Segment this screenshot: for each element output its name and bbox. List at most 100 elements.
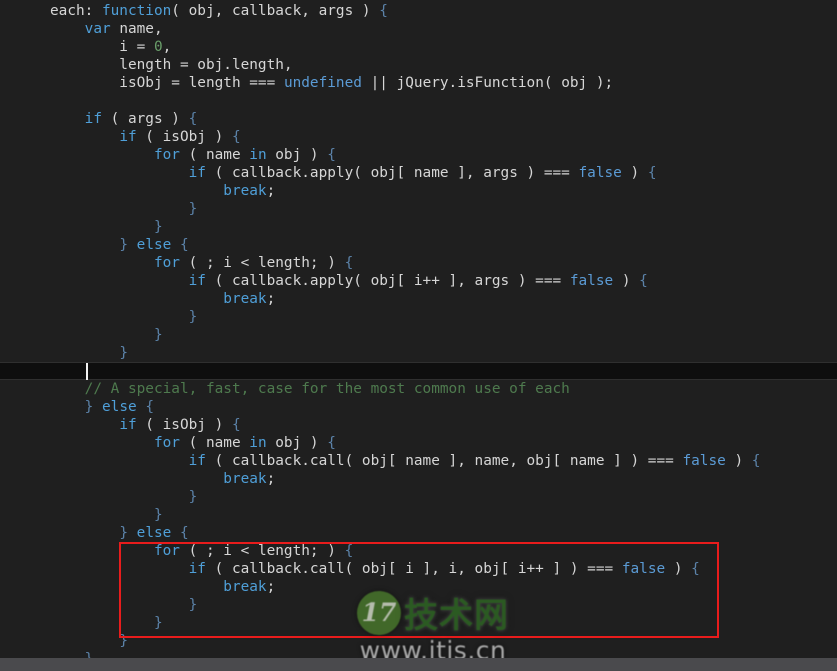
code-token: isObj = length === (50, 75, 284, 91)
code-token: undefined (283, 75, 362, 91)
code-token: in (249, 147, 267, 163)
code-line[interactable]: for ( name in obj ) { (0, 146, 837, 164)
text-caret (86, 363, 88, 380)
code-token: ( obj, callback, args ) (171, 3, 380, 19)
code-token: ) (665, 561, 692, 577)
code-token: : (84, 3, 102, 19)
code-token: for (153, 147, 180, 163)
code-token: if (119, 129, 137, 145)
code-token: } (119, 633, 128, 649)
code-token: { (691, 561, 700, 577)
code-token: { (639, 273, 648, 289)
code-line[interactable]: if ( isObj ) { (0, 416, 837, 434)
code-token: } (153, 615, 163, 631)
code-token: for (153, 543, 180, 559)
code-editor-pane[interactable]: each: function( obj, callback, args ) { … (0, 0, 837, 671)
code-token: i = (50, 39, 154, 55)
code-line[interactable]: } (0, 506, 837, 524)
code-line[interactable]: } (0, 326, 837, 344)
code-token: ( ; i < length; ) (179, 255, 345, 271)
code-token: in (249, 435, 267, 451)
code-line[interactable]: if ( callback.call( obj[ i ], i, obj[ i+… (0, 560, 837, 578)
code-line[interactable]: if ( callback.apply( obj[ name ], args )… (0, 164, 837, 182)
site-watermark: 17 技术网 www.itjs.cn (357, 588, 509, 665)
code-line[interactable]: } (0, 218, 837, 236)
code-line[interactable]: if ( callback.apply( obj[ i++ ], args ) … (0, 272, 837, 290)
code-line[interactable]: for ( ; i < length; ) { (0, 542, 837, 560)
code-line[interactable]: each: function( obj, callback, args ) { (0, 2, 837, 20)
code-token: ( callback.apply( obj[ name ], args ) ==… (205, 165, 579, 181)
code-line[interactable]: i = 0, (0, 38, 837, 56)
code-line[interactable] (0, 362, 837, 380)
code-line[interactable]: // A special, fast, case for the most co… (0, 380, 837, 398)
code-token: ( isObj ) (136, 129, 232, 145)
code-line[interactable]: } (0, 200, 837, 218)
code-token: each (50, 3, 85, 19)
code-line[interactable]: } (0, 344, 837, 362)
code-line[interactable]: for ( ; i < length; ) { (0, 254, 837, 272)
code-token: break (223, 471, 267, 487)
watermark-brand-row: 17 技术网 (357, 588, 509, 637)
code-token: false (569, 273, 614, 289)
code-token: ( ; i < length; ) (179, 543, 345, 559)
source-code-text[interactable]: each: function( obj, callback, args ) { … (0, 0, 837, 668)
code-line[interactable]: for ( name in obj ) { (0, 434, 837, 452)
code-token: ( callback.call( obj[ name ], name, obj[… (205, 453, 683, 469)
code-line[interactable]: if ( callback.call( obj[ name ], name, o… (0, 452, 837, 470)
code-line[interactable]: if ( args ) { (0, 110, 837, 128)
code-token: for (153, 255, 180, 271)
code-line[interactable]: var name, (0, 20, 837, 38)
code-token: ; (266, 579, 276, 595)
code-line[interactable] (0, 92, 837, 110)
code-line[interactable]: } (0, 488, 837, 506)
code-token: ( name (179, 147, 250, 163)
code-token: { (647, 165, 657, 181)
code-line[interactable]: if ( isObj ) { (0, 128, 837, 146)
code-token: if (84, 111, 102, 127)
code-line[interactable]: break; (0, 182, 837, 200)
code-token: false (578, 165, 622, 181)
code-token: if (119, 417, 137, 433)
code-token: } (188, 597, 198, 613)
code-token: ( isObj ) (136, 417, 232, 433)
code-token: ( name (179, 435, 250, 451)
code-line[interactable]: } (0, 308, 837, 326)
code-token: break (223, 291, 267, 307)
code-line[interactable]: } else { (0, 524, 837, 542)
code-line[interactable]: } else { (0, 398, 837, 416)
code-token: obj ) (266, 435, 328, 451)
code-token: } (188, 489, 198, 505)
horizontal-scrollbar[interactable] (0, 658, 837, 671)
code-token: { (179, 237, 189, 253)
code-token: } (153, 507, 163, 523)
code-line[interactable]: break; (0, 290, 837, 308)
code-line[interactable]: } else { (0, 236, 837, 254)
code-token: for (153, 435, 180, 451)
code-token: if (188, 165, 206, 181)
code-line[interactable]: break; (0, 470, 837, 488)
code-token: ) (621, 165, 648, 181)
code-token: ) (613, 273, 640, 289)
code-line[interactable]: length = obj.length, (0, 56, 837, 74)
code-token: else (102, 399, 137, 415)
code-token: break (223, 579, 267, 595)
code-line[interactable]: isObj = length === undefined || jQuery.i… (0, 74, 837, 92)
